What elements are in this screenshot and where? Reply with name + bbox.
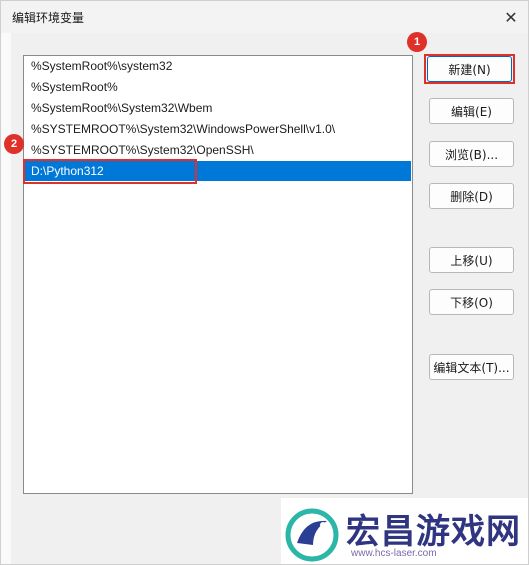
background-window-strip	[1, 33, 11, 564]
close-icon: ✕	[504, 7, 518, 27]
edit-button[interactable]: 编辑(E)	[429, 98, 514, 124]
browse-button[interactable]: 浏览(B)...	[429, 141, 514, 167]
step-marker-2: 2	[4, 134, 24, 154]
path-list[interactable]: %SystemRoot%\system32 %SystemRoot% %Syst…	[23, 55, 413, 494]
move-down-button[interactable]: 下移(O)	[429, 289, 514, 315]
inline-edit-highlight	[23, 159, 197, 184]
title-bar: 编辑环境变量 ✕	[1, 1, 528, 33]
list-item[interactable]: %SystemRoot%\system32	[25, 56, 411, 76]
list-item[interactable]: %SystemRoot%\System32\Wbem	[25, 98, 411, 118]
new-button-highlight	[424, 54, 515, 84]
list-item[interactable]: %SYSTEMROOT%\System32\WindowsPowerShell\…	[25, 119, 411, 139]
delete-button[interactable]: 删除(D)	[429, 183, 514, 209]
watermark-text: 宏昌游戏网	[346, 512, 521, 552]
close-button[interactable]: ✕	[493, 1, 528, 33]
move-up-button[interactable]: 上移(U)	[429, 247, 514, 273]
step-marker-1: 1	[407, 32, 427, 52]
window-title: 编辑环境变量	[12, 11, 85, 25]
watermark-logo-icon	[285, 508, 339, 562]
watermark-url: www.hcs-laser.com	[351, 548, 437, 559]
edit-text-button[interactable]: 编辑文本(T)...	[429, 354, 514, 380]
edit-env-variable-dialog: 编辑环境变量 ✕ %SystemRoot%\system32 %SystemRo…	[0, 0, 529, 565]
list-item[interactable]: %SYSTEMROOT%\System32\OpenSSH\	[25, 140, 411, 160]
list-item[interactable]: %SystemRoot%	[25, 77, 411, 97]
